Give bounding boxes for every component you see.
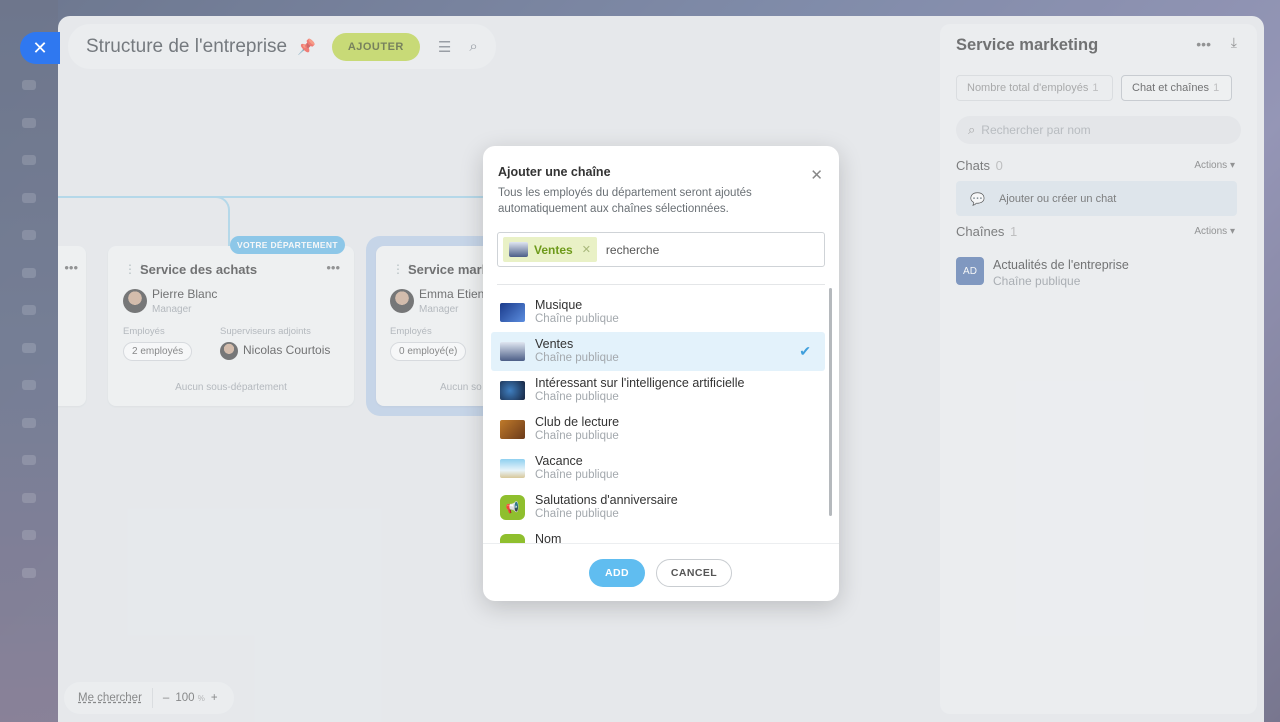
tag-selector[interactable]: Ventes ✕ recherche xyxy=(497,232,825,267)
list-item[interactable]: Club de lecture Chaîne publique xyxy=(491,410,825,449)
tag-search-input[interactable]: recherche xyxy=(606,243,659,257)
channel-thumbnail xyxy=(500,381,525,400)
check-icon: ✔ xyxy=(799,343,811,359)
remove-tag-icon[interactable]: ✕ xyxy=(582,243,591,256)
list-item[interactable]: Musique Chaîne publique xyxy=(491,293,825,332)
channel-thumbnail xyxy=(500,303,525,322)
channel-thumbnail xyxy=(500,420,525,439)
close-icon[interactable]: ✕ xyxy=(810,166,823,184)
add-channel-dialog: Ajouter une chaîne ✕ Tous les employés d… xyxy=(483,146,839,601)
list-item[interactable]: 📢 Salutations d'anniversaire Chaîne publ… xyxy=(491,488,825,527)
channel-thumbnail xyxy=(509,242,528,257)
megaphone-icon: 📢 xyxy=(500,495,525,520)
list-item[interactable]: Vacance Chaîne publique xyxy=(491,449,825,488)
channel-list: Musique Chaîne publique Ventes Chaîne pu… xyxy=(491,293,825,543)
divider xyxy=(497,284,825,285)
megaphone-icon xyxy=(500,534,525,543)
list-item[interactable]: Nom xyxy=(491,527,825,543)
close-icon: ✕ xyxy=(32,37,48,58)
scrollbar[interactable] xyxy=(829,288,832,516)
dialog-description: Tous les employés du département seront … xyxy=(498,187,752,215)
channel-thumbnail xyxy=(500,342,525,361)
channel-thumbnail xyxy=(500,459,525,478)
list-item[interactable]: Ventes Chaîne publique ✔ xyxy=(491,332,825,371)
selected-tag: Ventes ✕ xyxy=(503,237,597,262)
cancel-button[interactable]: CANCEL xyxy=(656,559,732,587)
add-button[interactable]: ADD xyxy=(589,559,645,587)
divider xyxy=(483,543,839,544)
close-slider-button[interactable]: ✕ xyxy=(20,32,60,64)
dialog-title: Ajouter une chaîne xyxy=(498,165,611,179)
list-item[interactable]: Intéressant sur l'intelligence artificie… xyxy=(491,371,825,410)
